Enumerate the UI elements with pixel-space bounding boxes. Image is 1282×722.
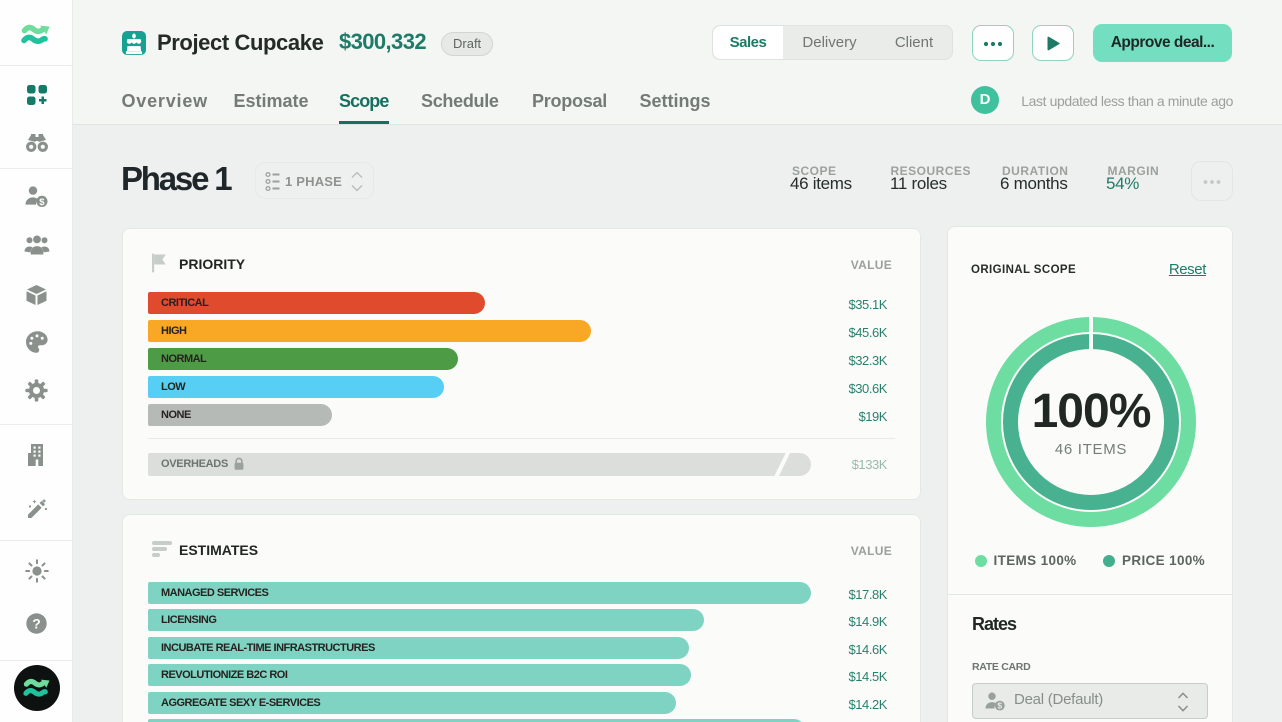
svg-text:?: ? [32,616,41,632]
svg-text:$: $ [39,197,45,207]
svg-text:$: $ [997,701,1002,711]
